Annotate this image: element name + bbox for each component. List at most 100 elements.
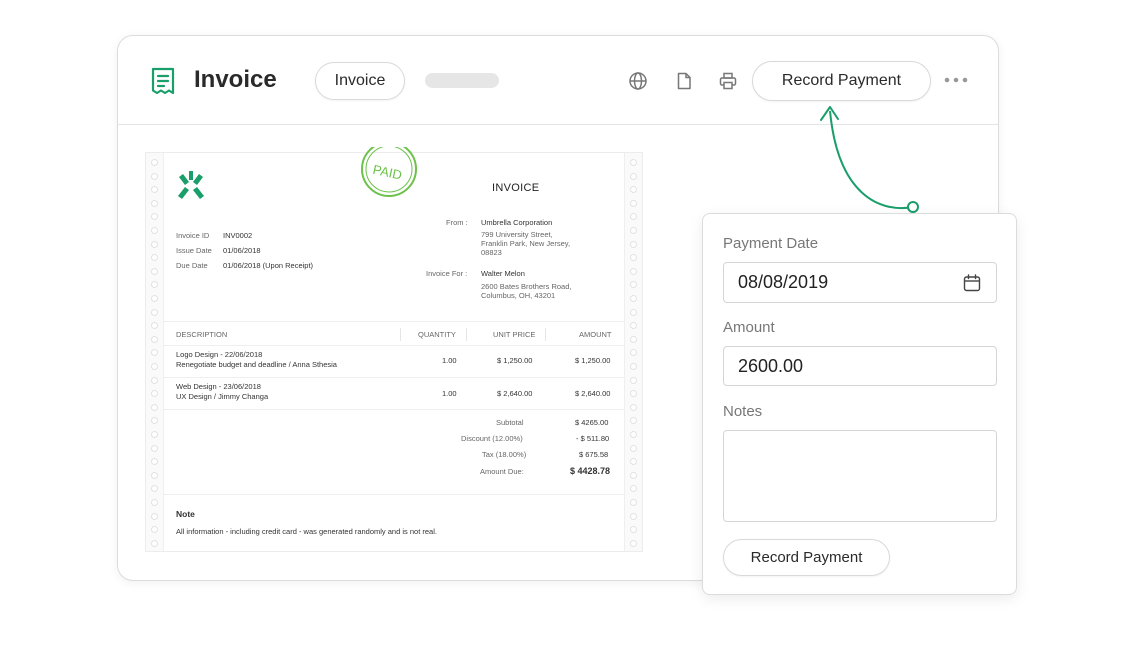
perforation-dot bbox=[151, 349, 158, 357]
perforation-dot bbox=[151, 335, 158, 343]
connector-arrow bbox=[820, 106, 919, 213]
perforation-dot bbox=[151, 281, 158, 289]
notes-textarea[interactable] bbox=[723, 430, 997, 522]
perforation-dot bbox=[630, 308, 637, 316]
perforation-dot bbox=[630, 376, 637, 384]
perforation-dot bbox=[151, 213, 158, 221]
submit-record-payment-button[interactable]: Record Payment bbox=[723, 539, 890, 576]
perforation-dot bbox=[151, 159, 158, 166]
perforation-dot bbox=[151, 512, 158, 520]
svg-text:PAID: PAID bbox=[371, 162, 403, 183]
totals-label: Discount (12.00%) bbox=[461, 434, 523, 443]
perforation-dot bbox=[151, 417, 158, 425]
totals-label: Tax (18.00%) bbox=[482, 450, 527, 459]
perforation-dot bbox=[151, 526, 158, 534]
perforation-dot bbox=[630, 390, 637, 398]
perforation-dot bbox=[151, 363, 158, 370]
payment-date-value: 08/08/2019 bbox=[738, 272, 829, 292]
item-subtitle: UX Design / Jimmy Changa bbox=[176, 392, 269, 401]
paid-stamp: PAID bbox=[361, 147, 417, 197]
perforation-dot bbox=[151, 199, 158, 207]
perforation-dot bbox=[630, 172, 637, 180]
perforation-dot bbox=[630, 295, 637, 302]
page-title: Invoice bbox=[194, 66, 277, 93]
perforation-dot bbox=[151, 267, 158, 275]
meta-label: Issue Date bbox=[176, 246, 212, 255]
due-date: 01/06/2018 (Upon Receipt) bbox=[223, 261, 314, 270]
totals-label: Amount Due: bbox=[480, 467, 524, 476]
perforation-dot bbox=[630, 322, 637, 330]
receipt-icon bbox=[151, 67, 175, 95]
perforation-dot bbox=[630, 281, 637, 289]
perforation-dot bbox=[630, 444, 637, 452]
subtotal-value: $ 4265.00 bbox=[575, 418, 609, 427]
tab-invoice[interactable]: Invoice bbox=[315, 62, 405, 100]
item-title: Logo Design - 22/06/2018 bbox=[176, 350, 263, 359]
column-header: DESCRIPTION bbox=[176, 330, 228, 339]
perforation-dot bbox=[630, 512, 637, 520]
invoice-id: INV0002 bbox=[223, 231, 253, 240]
meta-label: Invoice ID bbox=[176, 231, 210, 240]
perforation-dot bbox=[630, 213, 637, 221]
from-label: From : bbox=[446, 218, 468, 227]
perforation-dot bbox=[630, 254, 637, 262]
perforation-dot bbox=[151, 390, 158, 398]
perforation-dot bbox=[630, 159, 637, 166]
company-logo-icon bbox=[178, 171, 204, 199]
column-header: AMOUNT bbox=[579, 330, 612, 339]
row-divider bbox=[164, 377, 624, 378]
perforation-dot bbox=[630, 526, 637, 534]
calendar-icon[interactable] bbox=[963, 274, 981, 292]
perforation-dot bbox=[630, 458, 637, 466]
from-name: Umbrella Corporation bbox=[481, 218, 553, 227]
item-quantity: 1.00 bbox=[442, 356, 457, 365]
column-header: UNIT PRICE bbox=[493, 330, 536, 339]
meta-label: Due Date bbox=[176, 261, 208, 270]
perforation-dot bbox=[151, 240, 158, 248]
perforation-dot bbox=[630, 499, 637, 506]
perforation-dot bbox=[630, 403, 637, 411]
perforation-dot bbox=[151, 227, 158, 234]
item-unit-price: $ 1,250.00 bbox=[497, 356, 533, 365]
perforation-dot bbox=[630, 186, 637, 194]
discount-value: - $ 511.80 bbox=[576, 434, 610, 443]
column-divider bbox=[545, 328, 546, 341]
document-icon[interactable] bbox=[674, 71, 694, 91]
notes-label: Notes bbox=[723, 403, 763, 420]
perforation-dot bbox=[630, 485, 637, 493]
perforation-dot bbox=[630, 199, 637, 207]
invoice-heading: INVOICE bbox=[492, 182, 540, 194]
perforation-dot bbox=[151, 254, 158, 262]
globe-icon[interactable] bbox=[628, 71, 648, 91]
item-subtitle: Renegotiate budget and deadline / Anna S… bbox=[176, 360, 337, 369]
note-text: All information - including credit card … bbox=[176, 527, 437, 536]
perforation-dot bbox=[630, 267, 637, 275]
perforation-dot bbox=[630, 335, 637, 343]
items-table-header: DESCRIPTION QUANTITY UNIT PRICE AMOUNT bbox=[164, 321, 624, 346]
column-divider bbox=[400, 328, 401, 341]
totals-label: Subtotal bbox=[496, 418, 524, 427]
amount-label: Amount bbox=[723, 319, 775, 336]
item-title: Web Design - 23/06/2018 bbox=[176, 382, 261, 391]
payment-date-field[interactable]: 08/08/2019 bbox=[723, 262, 997, 303]
perforation-dot bbox=[151, 499, 158, 506]
amount-due-value: $ 4428.78 bbox=[570, 466, 611, 476]
perforation-dot bbox=[630, 539, 637, 547]
perforation-dot bbox=[151, 471, 158, 479]
more-icon[interactable] bbox=[944, 74, 968, 86]
printer-icon[interactable] bbox=[718, 71, 738, 91]
column-header: QUANTITY bbox=[418, 330, 456, 339]
client-name: Walter Melon bbox=[481, 269, 525, 278]
perforation-dot bbox=[151, 308, 158, 316]
loading-placeholder bbox=[425, 73, 499, 88]
item-amount: $ 2,640.00 bbox=[575, 389, 611, 398]
perforation-dot bbox=[151, 458, 158, 466]
amount-field[interactable]: 2600.00 bbox=[723, 346, 997, 386]
perforation-dot bbox=[630, 417, 637, 425]
perforation-dot bbox=[151, 485, 158, 493]
item-quantity: 1.00 bbox=[442, 389, 457, 398]
from-address: 08823 bbox=[481, 248, 502, 257]
invoice-document: PAID INVOICE Invoice ID INV0002 Issue Da… bbox=[145, 147, 643, 552]
issue-date: 01/06/2018 bbox=[223, 246, 261, 255]
perforation-dot bbox=[151, 172, 158, 180]
